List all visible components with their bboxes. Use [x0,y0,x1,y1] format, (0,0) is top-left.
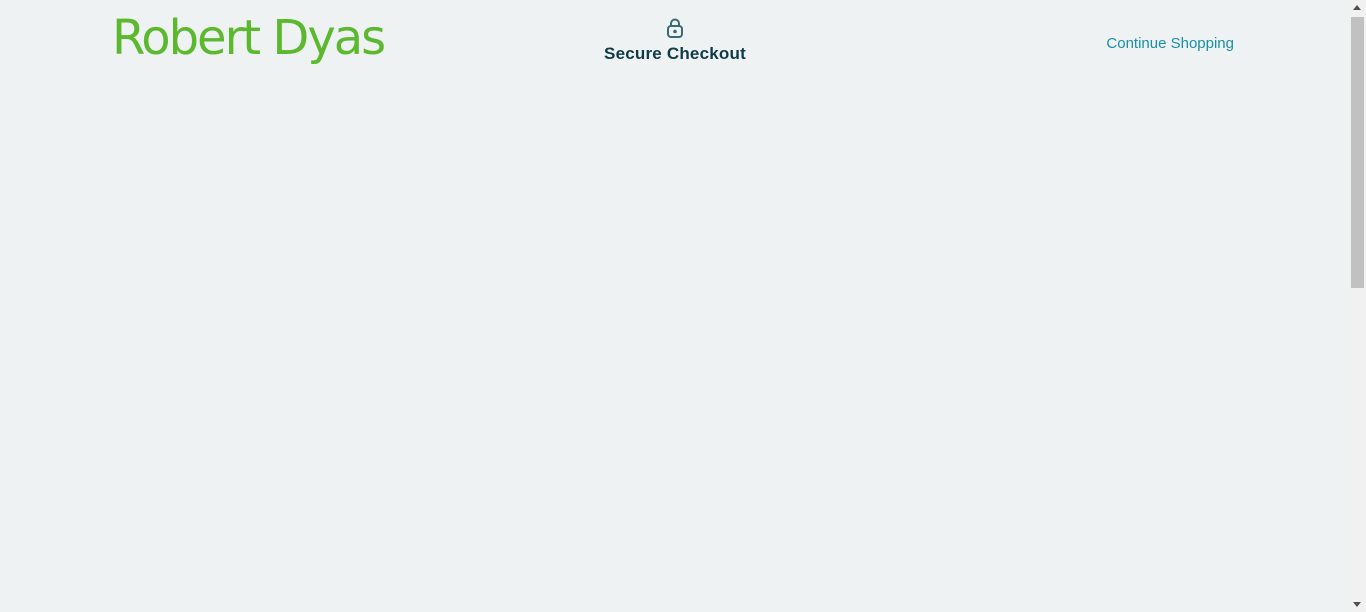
scroll-down-arrow-icon[interactable] [1353,602,1361,607]
secure-checkout-title: Secure Checkout [604,44,746,63]
scroll-up-arrow-icon[interactable] [1353,5,1361,10]
continue-shopping-link[interactable]: Continue Shopping [1106,35,1234,52]
vertical-scrollbar[interactable] [1349,0,1366,612]
scrollbar-thumb[interactable] [1351,17,1364,288]
checkout-header: Robert Dyas Secure Checkout Continue Sho… [0,0,1349,90]
checkout-page: Robert Dyas Secure Checkout Continue Sho… [0,0,1366,612]
secure-checkout-heading: Secure Checkout [575,18,775,64]
brand-logo[interactable]: Robert Dyas [112,10,386,68]
lock-icon [667,18,683,38]
